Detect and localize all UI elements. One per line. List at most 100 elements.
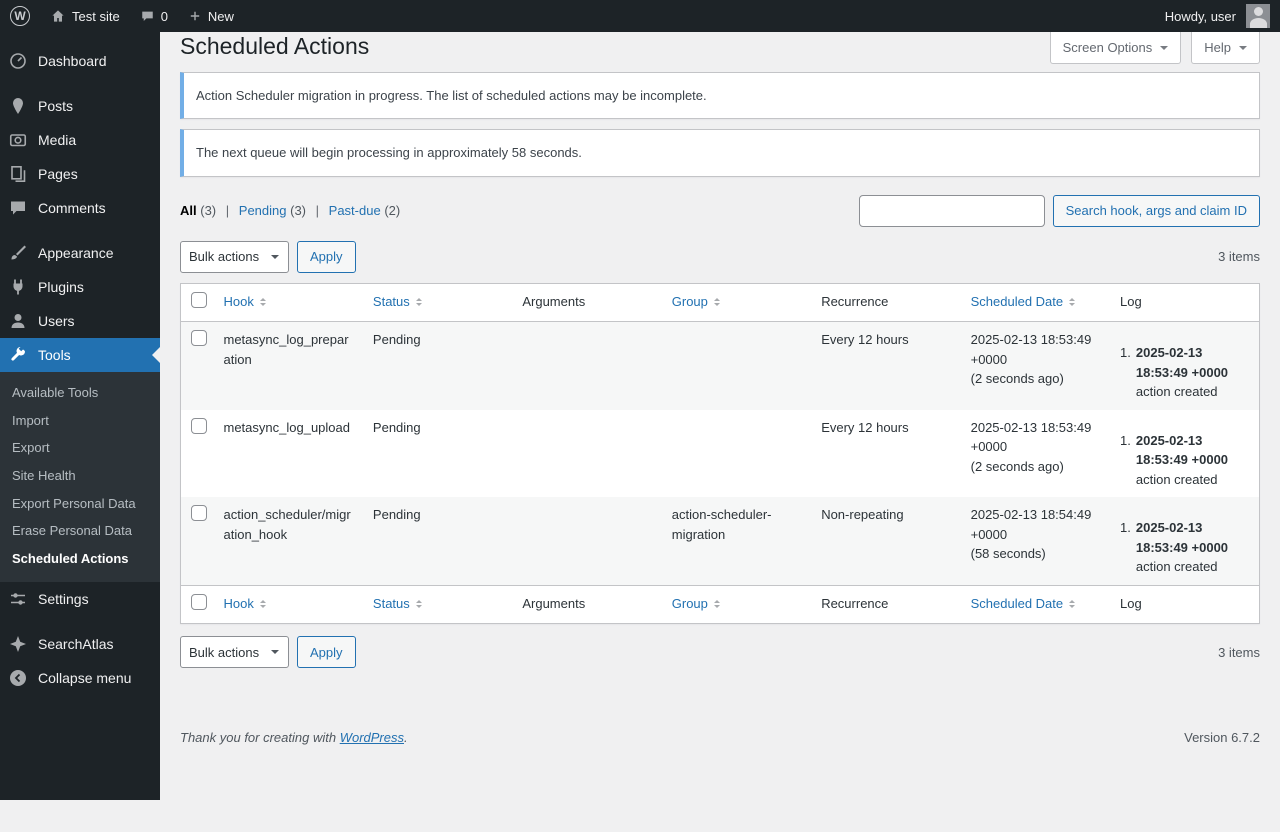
wp-logo-button[interactable]: W: [0, 0, 40, 32]
sort-hook[interactable]: Hook: [224, 594, 266, 614]
comments-icon: [11, 201, 25, 215]
bulk-actions-select[interactable]: Bulk actions: [180, 636, 289, 669]
sort-icon: [713, 599, 720, 608]
sort-hook[interactable]: Hook: [224, 292, 266, 312]
sidebar-item-users[interactable]: Users: [0, 304, 160, 338]
sidebar-subitem-erase-personal-data[interactable]: Erase Personal Data: [0, 517, 160, 545]
log-cell: 1. 2025-02-13 18:53:49 +0000 action creat…: [1120, 520, 1229, 575]
admin-bar-comments[interactable]: 0: [130, 0, 178, 32]
filter-past-due-count: (2): [384, 203, 401, 219]
arguments-cell: [512, 497, 661, 585]
sort-scheduled-date[interactable]: Scheduled Date: [971, 594, 1076, 614]
select-all-checkbox[interactable]: [191, 291, 207, 308]
sort-status[interactable]: Status: [373, 594, 422, 614]
sort-icon: [713, 297, 720, 306]
apply-button[interactable]: Apply: [297, 636, 356, 669]
account-menu[interactable]: Howdy, user: [1155, 0, 1280, 32]
sidebar-item-media[interactable]: Media: [0, 123, 160, 157]
select-all-checkbox[interactable]: [191, 593, 207, 610]
footer-thankyou: Thank you for creating with WordPress.: [180, 730, 408, 746]
bulk-actions-select-wrap: Bulk actions: [180, 636, 289, 669]
sort-group[interactable]: Group: [672, 594, 720, 614]
scheduled-actions-table: Hook Status Arguments Group Recurrence S…: [180, 282, 1260, 625]
avatar: [1246, 4, 1270, 28]
filter-pending-count: (3): [290, 203, 307, 219]
wordpress-link[interactable]: WordPress: [340, 730, 404, 745]
settings-icon: [11, 593, 25, 606]
table-footer-row: Hook Status Arguments Group Recurrence S…: [180, 584, 1260, 624]
menu-separator: [0, 616, 160, 627]
recurrence-cell: Every 12 hours: [821, 332, 909, 348]
items-count: 3 items: [1218, 644, 1260, 660]
new-label: New: [207, 8, 234, 24]
comments-count: 0: [160, 8, 168, 24]
filter-past-due[interactable]: Past-due: [329, 203, 381, 218]
sidebar-item-tools[interactable]: Tools: [0, 338, 160, 372]
sidebar-item-appearance[interactable]: Appearance: [0, 236, 160, 270]
sort-group[interactable]: Group: [672, 292, 720, 312]
notice-text: Action Scheduler migration in progress. …: [196, 87, 707, 103]
searchatlas-icon: [10, 636, 26, 653]
sidebar-item-label: Appearance: [38, 245, 114, 261]
help-label: Help: [1204, 40, 1231, 55]
table-row: action_scheduler/migration_hook Pending …: [180, 497, 1260, 586]
tools-icon: [11, 347, 25, 361]
filter-all[interactable]: All: [180, 203, 197, 218]
apply-button[interactable]: Apply: [297, 240, 356, 273]
sidebar-subitem-export[interactable]: Export: [0, 434, 160, 462]
admin-footer: Thank you for creating with WordPress. V…: [180, 730, 1260, 745]
sort-scheduled-date[interactable]: Scheduled Date: [971, 292, 1076, 312]
sidebar-subitem-site-health[interactable]: Site Health: [0, 462, 160, 490]
arguments-cell: [512, 322, 661, 410]
sidebar-subitem-scheduled-actions[interactable]: Scheduled Actions: [0, 545, 160, 573]
sort-status[interactable]: Status: [373, 292, 422, 312]
admin-bar: W Test site 0 New Howdy, user: [0, 0, 1280, 32]
filter-separator: |: [225, 203, 230, 219]
notice-migration: Action Scheduler migration in progress. …: [180, 71, 1260, 120]
row-checkbox[interactable]: [191, 417, 207, 434]
bulk-actions-select-wrap: Bulk actions: [180, 240, 289, 273]
sidebar-item-label: Media: [38, 132, 77, 148]
sidebar-item-dashboard[interactable]: Dashboard: [0, 44, 160, 78]
recurrence-cell: Every 12 hours: [821, 419, 909, 435]
sort-icon: [259, 297, 266, 306]
sort-icon: [1069, 297, 1076, 306]
status-cell: Pending: [372, 419, 421, 435]
sidebar-item-label: Pages: [38, 166, 78, 182]
row-checkbox[interactable]: [191, 330, 207, 347]
notice-text: The next queue will begin processing in …: [196, 145, 582, 161]
sidebar-item-label: SearchAtlas: [38, 636, 114, 653]
recurrence-cell: Non-repeating: [821, 507, 904, 523]
scheduled-date-cell: 2025-02-13 18:53:49 +0000 (2 seconds ago…: [970, 419, 1092, 474]
row-checkbox[interactable]: [191, 505, 207, 522]
sidebar-item-searchatlas[interactable]: SearchAtlas: [0, 627, 160, 661]
help-button[interactable]: Help: [1191, 32, 1260, 64]
howdy-label: Howdy, user: [1164, 8, 1236, 24]
sidebar-item-comments[interactable]: Comments: [0, 191, 160, 225]
sidebar-item-plugins[interactable]: Plugins: [0, 270, 160, 304]
new-content-button[interactable]: New: [178, 0, 244, 32]
site-name-link[interactable]: Test site: [40, 0, 130, 32]
sidebar-item-settings[interactable]: Settings: [0, 582, 160, 616]
column-log: Log: [1120, 293, 1142, 309]
plus-icon: [190, 11, 200, 21]
sidebar-subitem-import[interactable]: Import: [0, 407, 160, 435]
comment-icon: [141, 11, 153, 21]
menu-separator: [0, 78, 160, 89]
footer-version: Version 6.7.2: [1184, 730, 1260, 746]
search-button[interactable]: Search hook, args and claim ID: [1052, 194, 1260, 227]
bulk-actions-select[interactable]: Bulk actions: [180, 240, 289, 273]
status-cell: Pending: [372, 332, 421, 348]
sidebar-item-label: Plugins: [38, 279, 84, 295]
screen-options-button[interactable]: Screen Options: [1049, 32, 1182, 64]
search-input[interactable]: [858, 194, 1045, 227]
sidebar-item-pages[interactable]: Pages: [0, 157, 160, 191]
sidebar-subitem-export-personal-data[interactable]: Export Personal Data: [0, 490, 160, 518]
filter-pending[interactable]: Pending: [239, 203, 287, 218]
table-row: metasync_log_upload Pending Every 12 hou…: [181, 410, 1260, 498]
admin-bar-right: Howdy, user: [1155, 0, 1280, 32]
sidebar-subitem-available-tools[interactable]: Available Tools: [0, 379, 160, 407]
sidebar-item-collapse-menu[interactable]: Collapse menu: [0, 661, 160, 695]
posts-icon: [13, 98, 23, 114]
sidebar-item-posts[interactable]: Posts: [0, 89, 160, 123]
